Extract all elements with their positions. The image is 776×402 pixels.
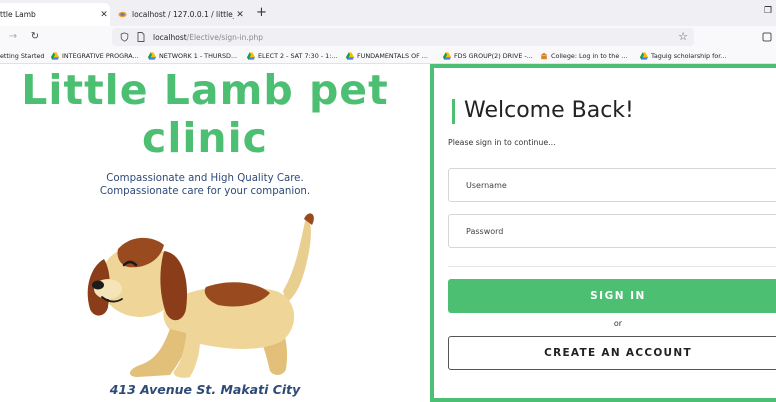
url-path: /Elective/sign-in.php [186,32,264,42]
bookmark-fds-group[interactable]: FDS GROUP(2) DRIVE -... [443,52,533,60]
tagline-line2: Compassionate care for your companion. [99,186,311,197]
bookmark-network[interactable]: NETWORK 1 - THURSD... [148,52,237,60]
tab-label: localhost / 127.0.0.1 / little_lamb [132,10,234,19]
bookmark-label: NETWORK 1 - THURSD... [159,52,238,60]
welcome-heading: Welcome Back! [464,98,634,123]
clinic-title-line2: clinic [142,114,268,162]
bookmark-label: ELECT 2 - SAT 7:30 - 1:... [258,52,338,60]
hero-panel: Little Lamb pet clinic Compassionate and… [0,64,430,402]
tab-label: ttle Lamb [0,10,36,19]
divider [448,266,776,267]
browser-tab-bar: ttle Lamb ✕ localhost / 127.0.0.1 / litt… [0,0,776,26]
bookmark-elect[interactable]: ELECT 2 - SAT 7:30 - 1:... [247,52,338,60]
url-host: localhost [153,32,187,42]
forward-icon[interactable]: → [6,31,20,42]
tagline-line1: Compassionate and High Quality Care. [106,173,304,184]
bookmark-taguig[interactable]: Taguig scholarship for... [640,52,726,60]
bookmark-integrative[interactable]: INTEGRATIVE PROGRA... [51,52,139,60]
college-icon [540,52,548,60]
phpmyadmin-icon [118,11,127,18]
close-icon[interactable]: ✕ [98,10,110,20]
extensions-icon[interactable] [762,32,772,42]
signin-subtitle: Please sign in to continue... [448,138,556,147]
page-icon [137,32,145,42]
password-field[interactable]: Password [448,214,776,248]
dog-illustration [87,213,314,378]
username-placeholder: Username [466,180,507,190]
bookmark-label: etting Started [0,52,45,60]
bookmark-label: FUNDAMENTALS OF ... [357,52,428,60]
tab-little-lamb[interactable]: ttle Lamb ✕ [0,3,110,26]
bookmark-label: FDS GROUP(2) DRIVE -... [454,52,533,60]
bookmark-getting-started[interactable]: etting Started [0,52,44,60]
bookmark-label: Taguig scholarship for... [651,52,727,60]
username-field[interactable]: Username [448,168,776,202]
new-tab-button[interactable]: + [256,6,267,19]
bookmark-fundamentals[interactable]: FUNDAMENTALS OF ... [346,52,428,60]
login-panel: Welcome Back! Please sign in to continue… [430,64,776,402]
bookmarks-toolbar: etting Started INTEGRATIVE PROGRA... NET… [0,48,776,64]
shield-icon [120,32,129,42]
heading-accent-bar [452,99,455,124]
bookmark-college[interactable]: College: Log in to the ... [540,52,627,60]
close-icon[interactable]: ✕ [234,10,246,20]
address-bar[interactable]: localhost/Elective/sign-in.php ☆ [112,28,694,46]
reload-icon[interactable]: ↻ [28,31,42,42]
drive-icon [346,52,354,60]
tab-phpmyadmin[interactable]: localhost / 127.0.0.1 / little_lamb ✕ [114,3,246,26]
or-separator: or [613,319,623,328]
navigation-bar: → ↻ localhost/Elective/sign-in.php ☆ [0,26,776,48]
bookmark-star-icon[interactable]: ☆ [678,30,688,43]
password-placeholder: Password [466,226,504,236]
clinic-title-line1: Little Lamb pet [21,66,389,114]
drive-icon [148,52,156,60]
clinic-address: 413 Avenue St. Makati City [109,382,301,397]
window-restore-icon[interactable]: ❐ [764,6,772,16]
drive-icon [443,52,451,60]
drive-icon [51,52,59,60]
drive-icon [247,52,255,60]
drive-icon [640,52,648,60]
create-account-button[interactable]: CREATE AN ACCOUNT [448,336,776,370]
bookmark-label: INTEGRATIVE PROGRA... [62,52,139,60]
bookmark-label: College: Log in to the ... [551,52,628,60]
sign-in-button[interactable]: SIGN IN [448,279,776,313]
